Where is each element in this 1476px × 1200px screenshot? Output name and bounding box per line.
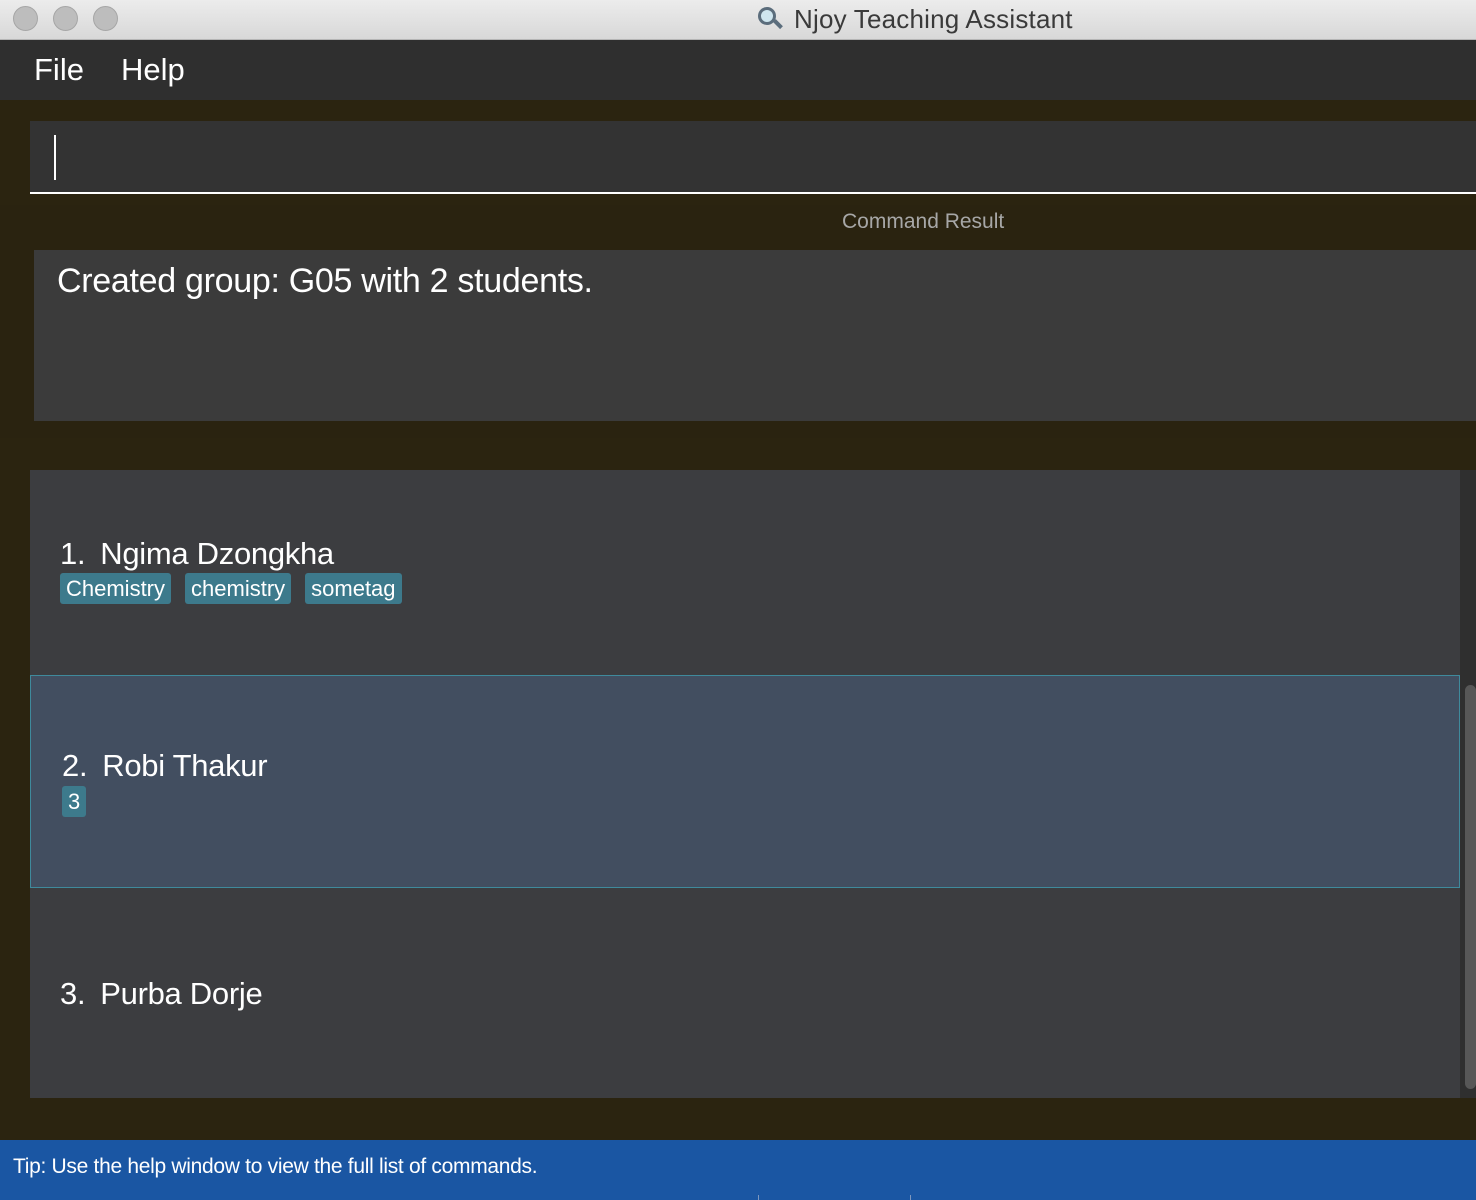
window-title-group: Njoy Teaching Assistant: [754, 4, 1073, 34]
student-name: Ngima Dzongkha: [100, 536, 334, 571]
menu-bar: File Help: [0, 40, 1476, 100]
title-bar: Njoy Teaching Assistant: [0, 0, 1476, 40]
menu-help[interactable]: Help: [121, 52, 185, 88]
status-tip: Tip: Use the help window to view the ful…: [13, 1155, 538, 1178]
student-name: Robi Thakur: [102, 748, 268, 783]
tag-badge: sometag: [305, 573, 402, 604]
tag-list: Chemistry chemistry sometag: [60, 573, 402, 604]
result-message: Created group: G05 with 2 students.: [57, 262, 593, 300]
student-index: 3.: [60, 976, 86, 1011]
student-card-selected[interactable]: 2. Robi Thakur 3: [30, 675, 1460, 888]
tag-badge: chemistry: [185, 573, 292, 604]
zoom-window-button[interactable]: [93, 6, 118, 31]
command-input[interactable]: [30, 121, 1476, 192]
status-bar: Tip: Use the help window to view the ful…: [0, 1140, 1476, 1200]
tag-badge: 3: [62, 786, 87, 817]
tag-badge: Chemistry: [60, 573, 172, 604]
student-name-row: 1. Ngima Dzongkha: [60, 536, 334, 572]
tag-list: 3: [62, 786, 87, 817]
student-card[interactable]: 1. Ngima Dzongkha Chemistry chemistry som…: [30, 470, 1460, 675]
status-divider: [758, 1195, 759, 1200]
magnifier-app-icon: [754, 4, 784, 34]
student-name-row: 3. Purba Dorje: [60, 976, 263, 1012]
student-list[interactable]: 1. Ngima Dzongkha Chemistry chemistry som…: [30, 470, 1460, 1098]
minimize-window-button[interactable]: [53, 6, 78, 31]
student-index: 2.: [62, 748, 88, 783]
student-index: 1.: [60, 536, 86, 571]
status-divider: [910, 1195, 911, 1200]
result-label: Command Result: [842, 210, 1005, 233]
text-caret: [54, 135, 56, 180]
student-name-row: 2. Robi Thakur: [62, 748, 268, 784]
menu-file[interactable]: File: [34, 52, 84, 88]
command-box: [30, 121, 1476, 194]
list-scrollbar-thumb[interactable]: [1465, 685, 1476, 1089]
close-window-button[interactable]: [13, 6, 38, 31]
window-title: Njoy Teaching Assistant: [794, 3, 1073, 34]
student-name: Purba Dorje: [100, 976, 263, 1011]
student-card[interactable]: 3. Purba Dorje: [30, 888, 1460, 1098]
